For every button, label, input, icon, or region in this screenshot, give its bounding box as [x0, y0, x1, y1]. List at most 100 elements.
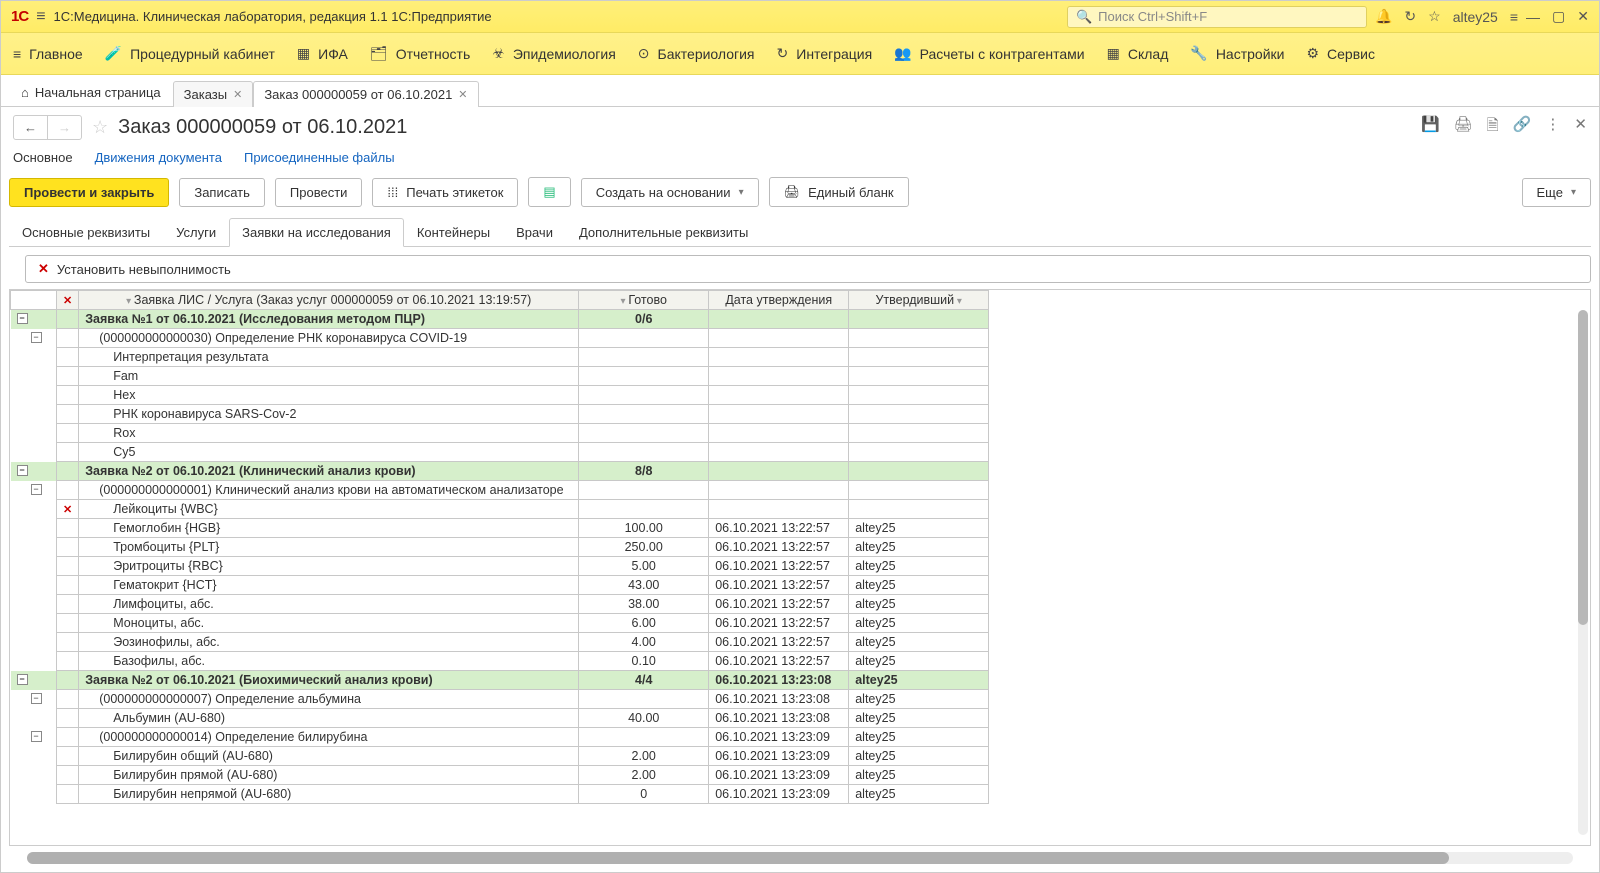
back-button[interactable]: ← [14, 116, 47, 139]
service-column-header[interactable]: ▾ Заявка ЛИС / Услуга (Заказ услуг 00000… [79, 291, 579, 310]
menu-item-7[interactable]: 👥Расчеты с контрагентами [894, 45, 1084, 62]
sublink-2[interactable]: Присоединенные файлы [244, 150, 395, 165]
inner-tab-2[interactable]: Заявки на исследования [229, 218, 404, 247]
table-row[interactable]: Базофилы, абс.0.1006.10.2021 13:22:57alt… [11, 652, 989, 671]
menu-item-5[interactable]: ⊙Бактериология [638, 45, 755, 62]
create-based-on-button[interactable]: Создать на основании [581, 178, 759, 207]
table-row[interactable]: −Заявка №1 от 06.10.2021 (Исследования м… [11, 310, 989, 329]
mark-column-header[interactable]: ✕ [57, 291, 79, 310]
menu-label: ИФА [318, 46, 348, 62]
report-icon[interactable]: 🗎 [1487, 115, 1499, 140]
expand-icon[interactable]: − [31, 731, 42, 742]
menu-item-0[interactable]: ≡Главное [13, 46, 83, 62]
table-row[interactable]: − (000000000000001) Клинический анализ кр… [11, 481, 989, 500]
post-button[interactable]: Провести [275, 178, 363, 207]
table-row[interactable]: Эритроциты {RBC}5.0006.10.2021 13:22:57a… [11, 557, 989, 576]
close-tab-icon[interactable]: ✕ [233, 88, 242, 101]
user-name[interactable]: altey25 [1453, 9, 1498, 25]
forward-button[interactable]: → [47, 116, 81, 139]
print-labels-button[interactable]: ⁞⁞⁞Печать этикеток [372, 178, 518, 207]
menu-item-4[interactable]: ☣Эпидемиология [492, 45, 616, 62]
user-cell: altey25 [849, 538, 989, 557]
close-button[interactable]: ✕ [1577, 8, 1589, 25]
single-form-button[interactable]: 🖨Единый бланк [769, 177, 909, 207]
global-search[interactable]: 🔍 Поиск Ctrl+Shift+F [1067, 6, 1367, 28]
minimize-button[interactable]: — [1526, 9, 1540, 25]
close-page-icon[interactable]: ✕ [1574, 115, 1587, 140]
table-row[interactable]: Интерпретация результата [11, 348, 989, 367]
save-button[interactable]: Записать [179, 178, 265, 207]
table-row[interactable]: Fam [11, 367, 989, 386]
main-menu-icon[interactable]: ≡ [36, 8, 45, 26]
maximize-button[interactable]: ▢ [1552, 8, 1565, 25]
star-icon[interactable]: ☆ [1428, 8, 1441, 25]
table-row[interactable]: Моноциты, абс.6.0006.10.2021 13:22:57alt… [11, 614, 989, 633]
table-row[interactable]: Hex [11, 386, 989, 405]
expand-icon[interactable]: − [17, 313, 28, 324]
horizontal-scrollbar[interactable] [27, 852, 1573, 864]
table-row[interactable]: Гемоглобин {HGB}100.0006.10.2021 13:22:5… [11, 519, 989, 538]
menu-item-10[interactable]: ⚙Сервис [1306, 45, 1375, 62]
expand-icon[interactable]: − [17, 465, 28, 476]
table-row[interactable]: Эозинофилы, абс.4.0006.10.2021 13:22:57a… [11, 633, 989, 652]
inner-tab-5[interactable]: Дополнительные реквизиты [566, 218, 761, 247]
inner-tab-3[interactable]: Контейнеры [404, 218, 503, 247]
table-row[interactable]: РНК коронавируса SARS-Cov-2 [11, 405, 989, 424]
sublink-1[interactable]: Движения документа [95, 150, 222, 165]
table-row[interactable]: −(000000000000007) Определение альбумина… [11, 690, 989, 709]
inner-tab-0[interactable]: Основные реквизиты [9, 218, 163, 247]
bell-icon[interactable]: 🔔 [1375, 8, 1392, 25]
table-row[interactable]: Билирубин прямой (AU-680)2.0006.10.2021 … [11, 766, 989, 785]
table-row[interactable]: Альбумин (AU-680)40.0006.10.2021 13:23:0… [11, 709, 989, 728]
tab-0[interactable]: Заказы✕ [173, 81, 254, 107]
table-row[interactable]: Тромбоциты {PLT}250.0006.10.2021 13:22:5… [11, 538, 989, 557]
table-row[interactable]: Rox [11, 424, 989, 443]
post-and-close-button[interactable]: Провести и закрыть [9, 178, 169, 207]
table-row[interactable]: −Заявка №2 от 06.10.2021 (Клинический ан… [11, 462, 989, 481]
table-row[interactable]: −(000000000000014) Определение билирубин… [11, 728, 989, 747]
user-menu-icon[interactable]: ≡ [1510, 9, 1518, 25]
service-cell: (000000000000001) Клинический анализ кро… [79, 481, 579, 500]
inner-tab-1[interactable]: Услуги [163, 218, 229, 247]
table-row[interactable]: Cy5 [11, 443, 989, 462]
ready-column-header[interactable]: ▾ Готово [579, 291, 709, 310]
home-tab[interactable]: ⌂ Начальная страница [9, 79, 173, 106]
tab-1[interactable]: Заказ 000000059 от 06.10.2021✕ [253, 81, 478, 107]
kebab-icon[interactable]: ⋮ [1545, 115, 1560, 140]
sublink-0[interactable]: Основное [13, 150, 73, 165]
menu-item-8[interactable]: ▦Склад [1107, 45, 1169, 62]
expand-icon[interactable]: − [31, 693, 42, 704]
table-row[interactable]: ✕Лейкоциты {WBC} [11, 500, 989, 519]
set-unperformable-button[interactable]: ✕Установить невыполнимость [25, 255, 1591, 283]
favorite-star-icon[interactable]: ☆ [92, 117, 108, 138]
user-column-header[interactable]: Утвердивший ▾ [849, 291, 989, 310]
menu-item-1[interactable]: 🧪Процедурный кабинет [105, 45, 275, 62]
menu-item-3[interactable]: 🗂Отчетность [370, 45, 470, 62]
table-row[interactable]: −(000000000000030) Определение РНК корон… [11, 329, 989, 348]
history-icon[interactable]: ↻ [1404, 8, 1416, 25]
toolbar-extra-button[interactable]: ▤ [528, 177, 570, 207]
print-icon[interactable]: 🖨 [1454, 115, 1473, 140]
link-icon[interactable]: 🔗 [1513, 115, 1532, 140]
expand-icon[interactable]: − [17, 674, 28, 685]
save-icon[interactable]: 💾 [1421, 115, 1440, 140]
grid[interactable]: ✕ ▾ Заявка ЛИС / Услуга (Заказ услуг 000… [9, 289, 1591, 846]
menu-label: Отчетность [396, 46, 471, 62]
menu-item-9[interactable]: 🔧Настройки [1190, 45, 1284, 62]
menu-item-6[interactable]: ↻Интеграция [777, 45, 873, 62]
expand-icon[interactable]: − [31, 332, 42, 343]
table-row[interactable]: Билирубин общий (AU-680)2.0006.10.2021 1… [11, 747, 989, 766]
expand-icon[interactable]: − [31, 484, 42, 495]
table-row[interactable]: −Заявка №2 от 06.10.2021 (Биохимический … [11, 671, 989, 690]
more-button[interactable]: Еще [1522, 178, 1591, 207]
menu-label: Эпидемиология [513, 46, 616, 62]
table-row[interactable]: Лимфоциты, абс.38.0006.10.2021 13:22:57a… [11, 595, 989, 614]
inner-tab-4[interactable]: Врачи [503, 218, 566, 247]
date-column-header[interactable]: Дата утверждения [709, 291, 849, 310]
vertical-scrollbar[interactable] [1578, 310, 1588, 835]
table-row[interactable]: Билирубин непрямой (AU-680)006.10.2021 1… [11, 785, 989, 804]
close-tab-icon[interactable]: ✕ [458, 88, 467, 101]
ready-cell [579, 386, 709, 405]
table-row[interactable]: Гематокрит {HCT}43.0006.10.2021 13:22:57… [11, 576, 989, 595]
menu-item-2[interactable]: ▦ИФА [297, 45, 348, 62]
